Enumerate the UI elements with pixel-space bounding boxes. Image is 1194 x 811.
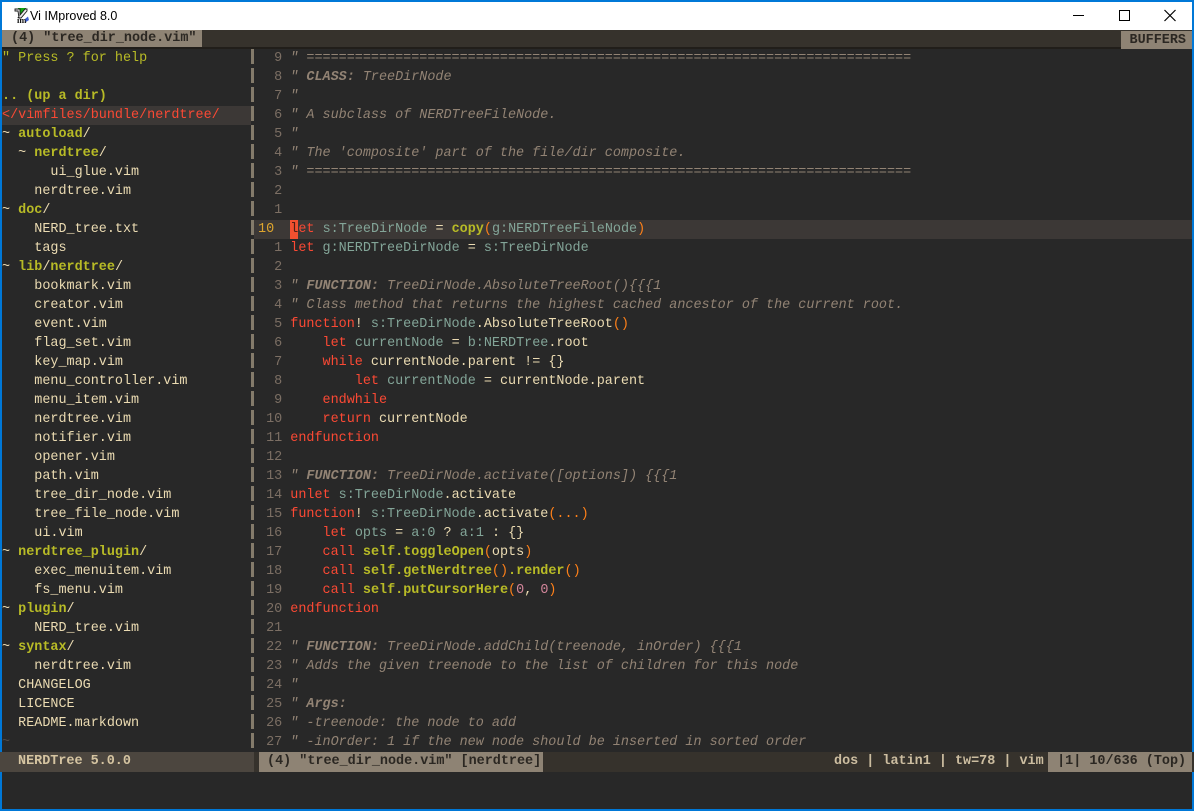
svg-text:im: im	[17, 15, 26, 24]
